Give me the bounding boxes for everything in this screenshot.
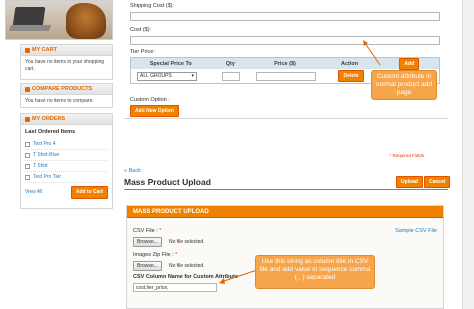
my-cart-header: MY CART bbox=[21, 45, 112, 56]
callout-column-title: Use this string as column title in CSV f… bbox=[255, 255, 375, 289]
compare-header: COMPARE PRODUCTS bbox=[21, 84, 112, 95]
cost-input[interactable] bbox=[130, 36, 440, 45]
section-divider bbox=[124, 118, 448, 119]
item-checkbox[interactable] bbox=[25, 152, 30, 158]
images-browse-button[interactable]: Browse... bbox=[133, 261, 162, 271]
mass-upload-header: MASS PRODUCT UPLOAD bbox=[127, 206, 443, 218]
item-checkbox[interactable] bbox=[25, 141, 30, 147]
required-asterisk: * bbox=[157, 228, 162, 234]
list-item: T Shirt-Blue bbox=[25, 150, 108, 161]
compare-products-block: COMPARE PRODUCTS You have no items to co… bbox=[20, 83, 113, 108]
chevron-down-icon: ▾ bbox=[191, 73, 194, 79]
delete-tier-button[interactable]: Delete bbox=[338, 70, 364, 82]
list-item: T Shirt bbox=[25, 161, 108, 172]
sample-csv-link[interactable]: Sample CSV File bbox=[395, 228, 437, 234]
orders-icon bbox=[25, 116, 30, 122]
special-price-header: Special Price To bbox=[149, 60, 192, 67]
my-orders-header: MY ORDERS bbox=[21, 114, 112, 125]
add-tier-button[interactable]: Add bbox=[399, 57, 420, 70]
tier-qty-input[interactable] bbox=[222, 71, 240, 81]
required-asterisk: * bbox=[173, 252, 178, 258]
csv-file-status: No file selected. bbox=[169, 239, 205, 245]
shipping-cost-label: Shipping Cost ($): bbox=[130, 3, 175, 9]
item-checkbox[interactable] bbox=[25, 174, 30, 180]
laptop-graphic bbox=[12, 7, 46, 27]
tier-header-row: Special Price To Qty Price ($) Action Ad… bbox=[131, 57, 439, 70]
view-all-link[interactable]: View All bbox=[25, 189, 42, 196]
cost-label: Cost ($): bbox=[130, 27, 152, 33]
banner-image bbox=[5, 0, 113, 40]
page-title: Mass Product Upload bbox=[124, 177, 211, 187]
list-item: Test Pro 4 bbox=[25, 139, 108, 150]
vertical-scrollbar[interactable] bbox=[462, 0, 474, 309]
item-checkbox[interactable] bbox=[25, 163, 30, 169]
main-content: Shipping Cost ($): Cost ($): Tier Price:… bbox=[124, 0, 451, 309]
upload-button[interactable]: Upload bbox=[396, 176, 423, 188]
price-header: Price ($) bbox=[274, 60, 296, 67]
my-orders-block: MY ORDERS Last Ordered Items Test Pro 4 … bbox=[20, 113, 113, 209]
custom-option-label: Custom Option : bbox=[130, 97, 170, 103]
callout-custom-attribute: Custom attribute in normal product add p… bbox=[371, 70, 437, 100]
required-fields-note: * Required Fields bbox=[389, 153, 424, 158]
dog-graphic bbox=[66, 3, 106, 39]
cancel-button[interactable]: Cancel bbox=[424, 176, 451, 188]
callout-arrow-2 bbox=[219, 269, 258, 284]
sidebar: MY CART You have no items in your shoppi… bbox=[0, 0, 115, 309]
add-to-cart-button[interactable]: Add to Cart bbox=[70, 186, 108, 199]
customer-group-select[interactable]: ALL GROUPS ▾ bbox=[137, 71, 197, 81]
compare-icon bbox=[25, 86, 30, 92]
cart-icon bbox=[25, 47, 30, 53]
title-divider bbox=[124, 189, 448, 190]
compare-text: You have no items to compare. bbox=[25, 98, 94, 104]
back-link[interactable]: « Back bbox=[124, 168, 141, 174]
csv-browse-button[interactable]: Browse... bbox=[133, 237, 162, 247]
csv-file-label: CSV File : * bbox=[133, 228, 162, 234]
csv-column-input[interactable]: cost,tier_price, bbox=[133, 283, 217, 292]
my-cart-block: MY CART You have no items in your shoppi… bbox=[20, 44, 113, 80]
images-file-status: No file selected. bbox=[169, 263, 205, 269]
last-ordered-title: Last Ordered Items bbox=[25, 129, 76, 135]
laptop-base-graphic bbox=[8, 25, 52, 31]
add-new-option-button[interactable]: Add New Option bbox=[130, 105, 179, 117]
qty-header: Qty bbox=[225, 60, 235, 67]
my-cart-text: You have no items in your shopping cart. bbox=[25, 59, 105, 72]
list-item: Test Pro Tier bbox=[25, 172, 108, 183]
tier-price-label: Tier Price: bbox=[130, 49, 155, 55]
shipping-cost-input[interactable] bbox=[130, 12, 440, 21]
callout-arrow-1 bbox=[363, 40, 381, 66]
images-zip-label: Images Zip File : * bbox=[133, 252, 178, 258]
tier-price-input[interactable] bbox=[256, 71, 316, 81]
